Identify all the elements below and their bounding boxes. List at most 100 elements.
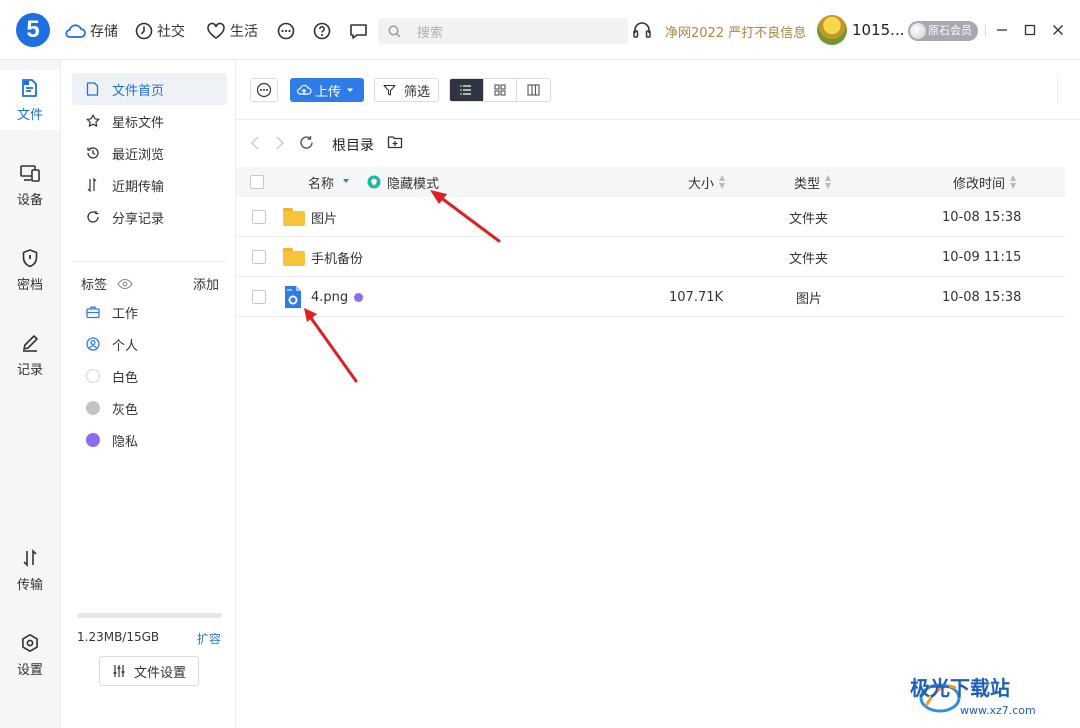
new-folder-icon[interactable] (387, 135, 403, 149)
watermark-text: 极光下载站 (910, 678, 1010, 700)
help-icon (313, 22, 331, 40)
rail-item-vault[interactable]: 密档 (0, 240, 60, 300)
tag-item-work[interactable]: 工作 (72, 296, 227, 328)
file-name: 4.png (311, 289, 349, 305)
row-checkbox[interactable] (252, 250, 266, 264)
sidebar-item-shares[interactable]: 分享记录 (72, 201, 227, 233)
tag-item-white[interactable]: 白色 (72, 360, 227, 392)
search-icon (388, 24, 401, 37)
image-file-icon (285, 286, 301, 308)
table-row[interactable]: 图片 文件夹 10-08 15:38 (236, 197, 1065, 237)
transfer-icon (87, 178, 97, 192)
refresh-icon[interactable] (299, 135, 314, 150)
back-icon[interactable] (250, 136, 260, 150)
sidebar-item-label: 文件首页 (112, 83, 165, 99)
rail-item-transfer[interactable]: 传输 (0, 540, 60, 600)
column-type-header[interactable]: 类型 ▲ ▼ (794, 167, 831, 197)
rail-item-devices[interactable]: 设备 (0, 155, 60, 215)
file-browser: 上传 筛选 根目录 名称 隐藏模式 大小 ▲ ▼ 类型 ▲ ▼ 修改时间 ▲ ▼… (236, 60, 1080, 728)
column-name-header[interactable]: 名称 (308, 167, 350, 197)
heart-icon (207, 22, 225, 39)
column-size-header[interactable]: 大小 ▲ ▼ (688, 167, 725, 197)
tags-title: 标签 (81, 278, 108, 293)
file-size: 107.71K (669, 289, 724, 305)
sidebar-divider (72, 261, 227, 262)
username[interactable]: 1015... (852, 21, 904, 39)
table-row[interactable]: 4.png 107.71K 图片 10-08 15:38 (236, 277, 1065, 317)
forward-icon[interactable] (275, 136, 285, 150)
sidebar-item-starred[interactable]: 星标文件 (72, 105, 227, 137)
search-placeholder: 搜索 (417, 25, 444, 41)
sidebar-item-label: 星标文件 (112, 115, 165, 131)
breadcrumb-root[interactable]: 根目录 (332, 135, 374, 155)
expand-storage-link[interactable]: 扩容 (197, 630, 221, 647)
tag-item-private[interactable]: 隐私 (72, 424, 227, 456)
more-button[interactable] (277, 20, 299, 42)
cloud-icon (65, 24, 86, 38)
eye-icon[interactable] (117, 278, 133, 290)
transfer-icon (23, 548, 37, 567)
select-all-checkbox[interactable] (250, 175, 264, 189)
filter-label: 筛选 (403, 84, 430, 100)
row-checkbox[interactable] (252, 210, 266, 224)
file-type: 图片 (796, 291, 823, 307)
close-button[interactable] (1049, 21, 1067, 39)
row-checkbox[interactable] (252, 290, 266, 304)
file-name: 手机备份 (311, 251, 364, 267)
grid-view-button[interactable] (482, 79, 517, 101)
member-badge[interactable]: 原石会员 (908, 21, 978, 41)
list-icon (460, 85, 472, 95)
nav-social[interactable]: 社交 (135, 20, 185, 42)
rail-label-files: 文件 (16, 107, 43, 123)
rail-item-settings[interactable]: 设置 (0, 625, 60, 685)
tag-item-personal[interactable]: 个人 (72, 328, 227, 360)
table-header: 名称 隐藏模式 大小 ▲ ▼ 类型 ▲ ▼ 修改时间 ▲ ▼ (236, 167, 1065, 197)
sort-icon: ▲ ▼ (825, 173, 832, 190)
tags-header: 标签 添加 (81, 274, 219, 293)
add-tag-button[interactable]: 添加 (193, 274, 219, 293)
nav-storage[interactable]: 存储 (64, 20, 118, 42)
maximize-button[interactable] (1021, 21, 1039, 39)
filter-button[interactable]: 筛选 (374, 78, 439, 102)
nav-life[interactable]: 生活 (206, 20, 258, 42)
sidebar-item-home[interactable]: 文件首页 (72, 73, 227, 105)
list-view-button[interactable] (450, 79, 483, 101)
column-size-label: 大小 (688, 176, 715, 192)
upload-button[interactable]: 上传 (290, 78, 364, 102)
headset-icon (633, 22, 651, 38)
tag-item-gray[interactable]: 灰色 (72, 392, 227, 424)
folder-icon (283, 248, 305, 266)
sidebar-item-recent[interactable]: 最近浏览 (72, 137, 227, 169)
columns-icon (527, 84, 540, 96)
support-button[interactable] (632, 20, 652, 44)
hidden-mode-toggle[interactable]: 隐藏模式 (367, 167, 439, 197)
column-view-button[interactable] (516, 79, 550, 101)
grid-icon (494, 84, 506, 96)
file-settings-button[interactable]: 文件设置 (99, 656, 199, 686)
chat-icon (350, 24, 367, 39)
minimize-button[interactable] (993, 21, 1011, 39)
table-row[interactable]: 手机备份 文件夹 10-09 11:15 (236, 237, 1065, 277)
search-input[interactable]: 搜索 (378, 18, 628, 44)
column-modified-header[interactable]: 修改时间 ▲ ▼ (953, 167, 1016, 197)
toolbar-separator (1057, 76, 1058, 104)
nav-life-label: 生活 (230, 24, 258, 40)
rail-item-notes[interactable]: 记录 (0, 325, 60, 385)
chevron-down-icon (347, 88, 353, 92)
sliders-icon (113, 665, 125, 677)
column-name-label: 名称 (308, 176, 335, 192)
rail-item-files[interactable]: 文件 (0, 70, 60, 130)
sort-desc-icon (343, 179, 350, 183)
more-actions-button[interactable] (250, 78, 278, 102)
avatar[interactable] (817, 15, 847, 45)
file-icon (86, 82, 99, 96)
title-separator (985, 24, 986, 36)
sidebar-item-transfers[interactable]: 近期传输 (72, 169, 227, 201)
help-button[interactable] (313, 20, 335, 42)
file-modified: 10-08 15:38 (942, 289, 1022, 305)
tag-label: 白色 (112, 370, 139, 386)
notice-link[interactable]: 净网2022 严打不良信息 (665, 22, 806, 41)
message-button[interactable] (349, 20, 372, 42)
app-logo[interactable]: 5 (16, 13, 50, 47)
path-bar: 根目录 (236, 120, 1080, 166)
